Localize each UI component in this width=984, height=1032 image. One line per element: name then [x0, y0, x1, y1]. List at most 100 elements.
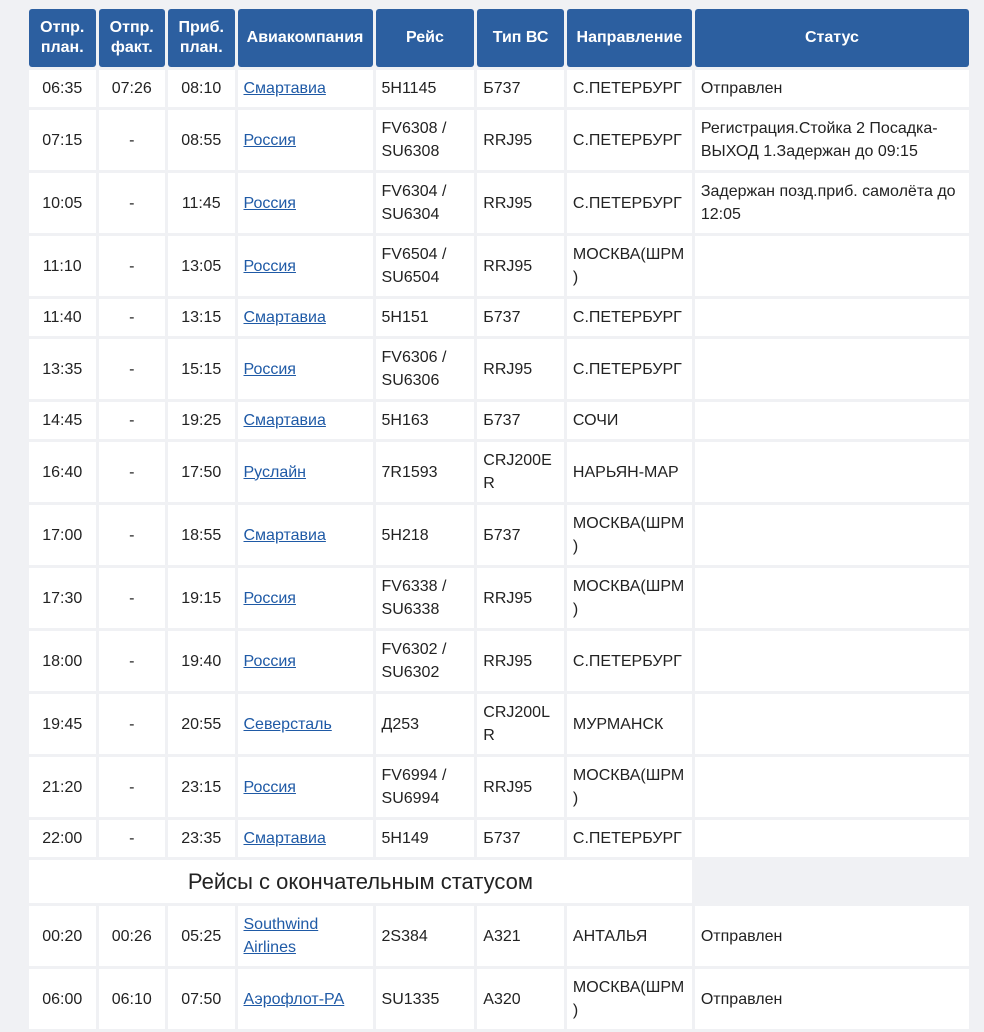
cell-status: Регистрация.Стойка 2 Посадка-ВЫХОД 1.Зад… — [694, 110, 969, 170]
cell-aircraft: A320 — [477, 969, 564, 1029]
cell-airline: Северсталь — [237, 694, 373, 754]
airline-link[interactable]: Россия — [244, 132, 296, 149]
cell-arr-plan: 23:35 — [168, 820, 235, 857]
cell-status — [694, 820, 969, 857]
cell-destination: С.ПЕТЕРБУРГ — [566, 820, 692, 857]
cell-status: Отправлен — [694, 969, 969, 1029]
cell-arr-plan: 11:45 — [168, 173, 235, 233]
cell-destination: С.ПЕТЕРБУРГ — [566, 339, 692, 399]
table-row: 19:45-20:55 Северсталь Д253 CRJ200LR МУРМАНС… — [29, 694, 969, 754]
cell-arr-plan: 13:15 — [168, 299, 235, 336]
airline-link[interactable]: Смартавиа — [244, 412, 326, 429]
cell-dep-fact: - — [98, 110, 165, 170]
airline-link[interactable]: Смартавиа — [244, 830, 326, 847]
cell-destination: С.ПЕТЕРБУРГ — [566, 299, 692, 336]
cell-destination: С.ПЕТЕРБУРГ — [566, 110, 692, 170]
cell-airline: Россия — [237, 631, 373, 691]
cell-status — [694, 442, 969, 502]
airline-link[interactable]: Россия — [244, 258, 296, 275]
header-dep-plan: Отпр. план. — [29, 9, 96, 67]
header-airline: Авиакомпания — [237, 9, 373, 67]
cell-dep-fact: - — [98, 694, 165, 754]
cell-destination: С.ПЕТЕРБУРГ — [566, 631, 692, 691]
cell-flight: SU1335 — [375, 969, 475, 1029]
cell-airline: Смартавиа — [237, 70, 373, 107]
table-row: 18:00-19:40 Россия FV6302 / SU6302 RRJ95 С.П… — [29, 631, 969, 691]
cell-dep-fact: - — [98, 442, 165, 502]
airline-link[interactable]: Руслайн — [244, 464, 307, 481]
airline-link[interactable]: Смартавиа — [244, 309, 326, 326]
cell-arr-plan: 19:25 — [168, 402, 235, 439]
cell-flight: 5Н163 — [375, 402, 475, 439]
cell-aircraft: Б737 — [477, 299, 564, 336]
cell-dep-plan: 16:40 — [29, 442, 96, 502]
cell-flight: FV6302 / SU6302 — [375, 631, 475, 691]
airline-link[interactable]: Северсталь — [244, 716, 332, 733]
cell-airline: Southwind Airlines — [237, 906, 373, 966]
header-arr-plan: Приб. план. — [168, 9, 235, 67]
cell-status — [694, 757, 969, 817]
table-row: 13:35-15:15 Россия FV6306 / SU6306 RRJ95 С.П… — [29, 339, 969, 399]
cell-arr-plan: 19:40 — [168, 631, 235, 691]
table-row: 16:40-17:50 Руслайн 7R1593 CRJ200ER НАРЬЯН-М… — [29, 442, 969, 502]
cell-status — [694, 505, 969, 565]
cell-dep-fact: - — [98, 631, 165, 691]
cell-aircraft: RRJ95 — [477, 568, 564, 628]
table-row: 10:05-11:45 Россия FV6304 / SU6304 RRJ95 С.П… — [29, 173, 969, 233]
cell-flight: FV6504 / SU6504 — [375, 236, 475, 296]
cell-dep-plan: 06:35 — [29, 70, 96, 107]
airline-link[interactable]: Россия — [244, 590, 296, 607]
airline-link[interactable]: Россия — [244, 195, 296, 212]
cell-arr-plan: 13:05 — [168, 236, 235, 296]
cell-airline: Россия — [237, 568, 373, 628]
airline-link[interactable]: Россия — [244, 653, 296, 670]
flights-table: Отпр. план. Отпр. факт. Приб. план. Авиа… — [26, 6, 972, 1032]
table-row: 21:20-23:15 Россия FV6994 / SU6994 RRJ95 МОС… — [29, 757, 969, 817]
header-aircraft: Тип ВС — [477, 9, 564, 67]
cell-destination: МОСКВА(ШРМ) — [566, 969, 692, 1029]
cell-arr-plan: 20:55 — [168, 694, 235, 754]
table-row: 11:40-13:15 Смартавиа 5Н151 Б737 С.ПЕТЕРБУРГ — [29, 299, 969, 336]
cell-aircraft: RRJ95 — [477, 631, 564, 691]
airline-link[interactable]: Россия — [244, 779, 296, 796]
cell-airline: Россия — [237, 339, 373, 399]
cell-airline: Россия — [237, 173, 373, 233]
cell-airline: Аэрофлот-РА — [237, 969, 373, 1029]
cell-dep-fact: - — [98, 402, 165, 439]
cell-dep-plan: 11:10 — [29, 236, 96, 296]
cell-destination: МОСКВА(ШРМ) — [566, 236, 692, 296]
cell-airline: Россия — [237, 236, 373, 296]
header-destination: Направление — [566, 9, 692, 67]
cell-dep-fact: - — [98, 568, 165, 628]
cell-dep-fact: - — [98, 173, 165, 233]
cell-dep-fact: - — [98, 299, 165, 336]
airline-link[interactable]: Смартавиа — [244, 80, 326, 97]
cell-flight: FV6308 / SU6308 — [375, 110, 475, 170]
cell-status — [694, 299, 969, 336]
airline-link[interactable]: Southwind Airlines — [244, 916, 319, 956]
airline-link[interactable]: Аэрофлот-РА — [244, 991, 345, 1008]
cell-dep-plan: 17:00 — [29, 505, 96, 565]
table-row: 06:35 07:26 08:10 Смартавиа 5Н1145 Б737 С.ПЕТЕ… — [29, 70, 969, 107]
cell-dep-plan: 21:20 — [29, 757, 96, 817]
cell-dep-fact: 00:26 — [98, 906, 165, 966]
cell-flight: FV6994 / SU6994 — [375, 757, 475, 817]
final-section-row: Рейсы с окончательным статусом — [29, 860, 969, 903]
cell-dep-fact: - — [98, 505, 165, 565]
table-row: 17:00-18:55 Смартавиа 5Н218 Б737 МОСКВА(ШРМ) — [29, 505, 969, 565]
cell-flight: 5Н149 — [375, 820, 475, 857]
cell-arr-plan: 08:55 — [168, 110, 235, 170]
cell-destination: С.ПЕТЕРБУРГ — [566, 173, 692, 233]
airline-link[interactable]: Россия — [244, 361, 296, 378]
airline-link[interactable]: Смартавиа — [244, 527, 326, 544]
table-row: 07:15-08:55 Россия FV6308 / SU6308 RRJ95 С.П… — [29, 110, 969, 170]
table-row: 22:00-23:35 Смартавиа 5Н149 Б737 С.ПЕТЕРБУРГ — [29, 820, 969, 857]
cell-aircraft: Б737 — [477, 505, 564, 565]
cell-destination: АНТАЛЬЯ — [566, 906, 692, 966]
cell-dep-plan: 13:35 — [29, 339, 96, 399]
cell-dep-plan: 14:45 — [29, 402, 96, 439]
cell-airline: Россия — [237, 110, 373, 170]
cell-destination: МОСКВА(ШРМ) — [566, 568, 692, 628]
cell-destination: С.ПЕТЕРБУРГ — [566, 70, 692, 107]
cell-flight: 7R1593 — [375, 442, 475, 502]
